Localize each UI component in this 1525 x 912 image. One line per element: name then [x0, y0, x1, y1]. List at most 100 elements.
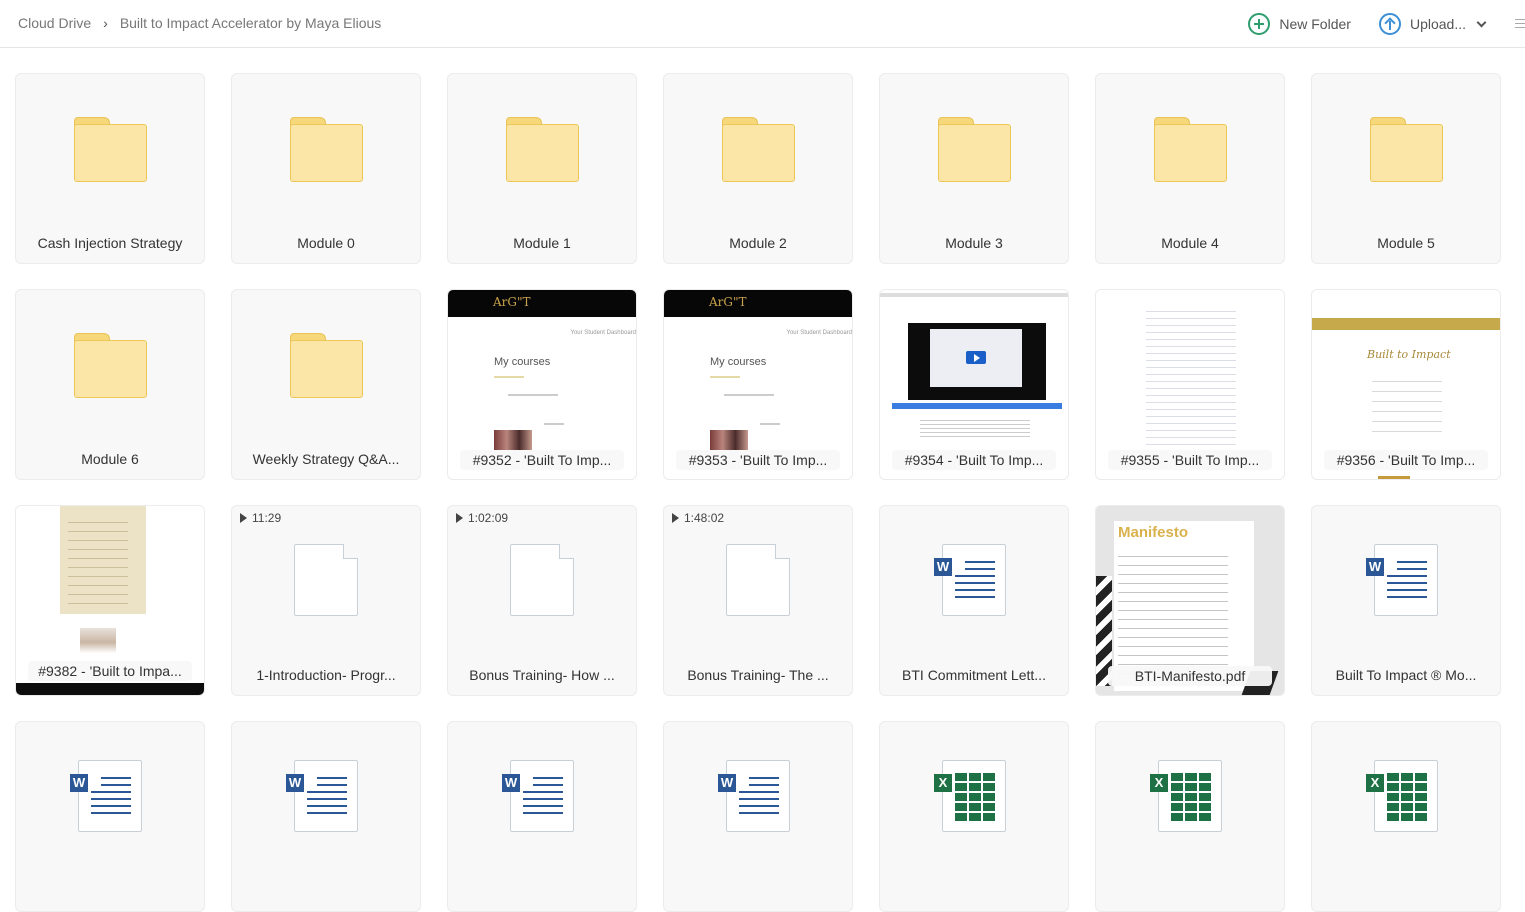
image-tile[interactable]: ArG"T Your Student Dashboard My courses …: [663, 289, 853, 480]
folder-tile[interactable]: Module 4: [1095, 73, 1285, 264]
tile-label: #9355 - 'Built To Imp...: [1108, 450, 1272, 470]
document-tile[interactable]: W: [447, 721, 637, 912]
thumbnail-header: [448, 290, 636, 317]
folder-tile[interactable]: Module 5: [1311, 73, 1501, 264]
folder-tile[interactable]: Module 2: [663, 73, 853, 264]
tile-label: #9353 - 'Built To Imp...: [676, 450, 840, 470]
toolbar-actions: New Folder Upload...: [1248, 12, 1525, 36]
image-tile[interactable]: ArG"T Your Student Dashboard My courses …: [447, 289, 637, 480]
image-tile[interactable]: #9354 - 'Built To Imp...: [879, 289, 1069, 480]
upload-button[interactable]: Upload...: [1378, 13, 1487, 35]
tile-label: Module 6: [81, 451, 139, 467]
view-menu-icon[interactable]: [1515, 18, 1525, 30]
tile-label: #9356 - 'Built To Imp...: [1324, 450, 1488, 470]
thumbnail-subtitle: Your Student Dashboard: [786, 330, 853, 336]
new-folder-button[interactable]: New Folder: [1248, 13, 1351, 35]
play-icon: [240, 513, 247, 523]
tile-label: Module 5: [1377, 235, 1435, 251]
folder-tile[interactable]: Module 6: [15, 289, 205, 480]
image-tile[interactable]: #9382 - 'Built to Impa...: [15, 505, 205, 696]
video-duration: 1:48:02: [672, 511, 724, 525]
file-icon: [726, 544, 790, 616]
thumbnail-heading: Manifesto: [1118, 524, 1189, 541]
spreadsheet-tile[interactable]: X: [1095, 721, 1285, 912]
excel-spreadsheet-icon: X: [1150, 760, 1222, 832]
document-tile[interactable]: W: [663, 721, 853, 912]
tile-label: Module 2: [729, 235, 787, 251]
tile-label: Bonus Training- How ...: [469, 667, 615, 683]
thumbnail-logo: ArG"T: [709, 295, 747, 309]
video-duration: 11:29: [240, 511, 281, 525]
play-icon: [966, 351, 986, 364]
add-circle-icon: [1248, 13, 1271, 35]
excel-spreadsheet-icon: X: [934, 760, 1006, 832]
word-document-icon: W: [1366, 544, 1438, 616]
document-tile[interactable]: W: [15, 721, 205, 912]
word-document-icon: W: [286, 760, 358, 832]
folder-icon: [290, 333, 363, 398]
folder-icon: [722, 117, 795, 182]
tile-label: #9354 - 'Built To Imp...: [892, 450, 1056, 470]
spreadsheet-tile[interactable]: X: [1311, 721, 1501, 912]
folder-icon: [290, 117, 363, 182]
folder-icon: [1370, 117, 1443, 182]
folder-icon: [938, 117, 1011, 182]
folder-icon: [506, 117, 579, 182]
tile-label: Module 4: [1161, 235, 1219, 251]
file-icon: [510, 544, 574, 616]
upload-label: Upload...: [1409, 16, 1466, 32]
tile-label: BTI Commitment Lett...: [902, 667, 1046, 683]
video-tile[interactable]: 1:48:02 Bonus Training- The ...: [663, 505, 853, 696]
new-folder-label: New Folder: [1279, 16, 1351, 32]
tile-label: BTI-Manifesto.pdf: [1108, 666, 1272, 686]
top-bar: Cloud Drive › Built to Impact Accelerato…: [0, 0, 1525, 48]
folder-tile[interactable]: Module 1: [447, 73, 637, 264]
tile-label: Built To Impact ® Mo...: [1335, 667, 1477, 683]
thumbnail-header: [664, 290, 852, 317]
folder-icon: [1154, 117, 1227, 182]
thumbnail-script-logo: Built to Impact: [1367, 348, 1451, 361]
thumbnail-subtitle: Your Student Dashboard: [570, 330, 637, 336]
tile-label: #9352 - 'Built To Imp...: [460, 450, 624, 470]
tile-label: Module 3: [945, 235, 1003, 251]
document-tile[interactable]: W BTI Commitment Lett...: [879, 505, 1069, 696]
folder-icon: [74, 333, 147, 398]
thumbnail-heading: My courses: [494, 356, 551, 368]
tile-label: Cash Injection Strategy: [37, 235, 183, 251]
tile-label: 1-Introduction- Progr...: [256, 667, 396, 683]
tile-label: Bonus Training- The ...: [687, 667, 829, 683]
thumbnail-document: [60, 506, 146, 614]
word-document-icon: W: [718, 760, 790, 832]
folder-tile[interactable]: Weekly Strategy Q&A...: [231, 289, 421, 480]
document-tile[interactable]: W Built To Impact ® Mo...: [1311, 505, 1501, 696]
tile-label: #9382 - 'Built to Impa...: [28, 661, 192, 681]
folder-tile[interactable]: Cash Injection Strategy: [15, 73, 205, 264]
video-tile[interactable]: 11:29 1-Introduction- Progr...: [231, 505, 421, 696]
spreadsheet-tile[interactable]: X: [879, 721, 1069, 912]
tile-label: Weekly Strategy Q&A...: [252, 451, 400, 467]
thumbnail-video-frame: [908, 323, 1046, 400]
folder-tile[interactable]: Module 0: [231, 73, 421, 264]
video-tile[interactable]: 1:02:09 Bonus Training- How ...: [447, 505, 637, 696]
thumbnail-logo: ArG"T: [493, 295, 531, 309]
video-duration: 1:02:09: [456, 511, 508, 525]
upload-arrow-icon: [1378, 13, 1401, 35]
thumbnail-heading: My courses: [710, 356, 767, 368]
folder-icon: [74, 117, 147, 182]
play-icon: [456, 513, 463, 523]
tile-label: Module 0: [297, 235, 355, 251]
breadcrumb-current: Built to Impact Accelerator by Maya Elio…: [119, 15, 382, 31]
thumbnail-photo: [80, 628, 116, 664]
file-icon: [294, 544, 358, 616]
chevron-down-icon[interactable]: [1476, 17, 1487, 27]
pdf-tile[interactable]: Manifesto BTI-Manifesto.pdf: [1095, 505, 1285, 696]
word-document-icon: W: [502, 760, 574, 832]
excel-spreadsheet-icon: X: [1366, 760, 1438, 832]
breadcrumb-root[interactable]: Cloud Drive: [18, 15, 91, 31]
folder-tile[interactable]: Module 3: [879, 73, 1069, 264]
breadcrumb: Cloud Drive › Built to Impact Accelerato…: [18, 15, 381, 31]
image-tile[interactable]: Built to Impact #9356 - 'Built To Imp...: [1311, 289, 1501, 480]
thumbnail-document: [1146, 305, 1236, 445]
image-tile[interactable]: #9355 - 'Built To Imp...: [1095, 289, 1285, 480]
document-tile[interactable]: W: [231, 721, 421, 912]
